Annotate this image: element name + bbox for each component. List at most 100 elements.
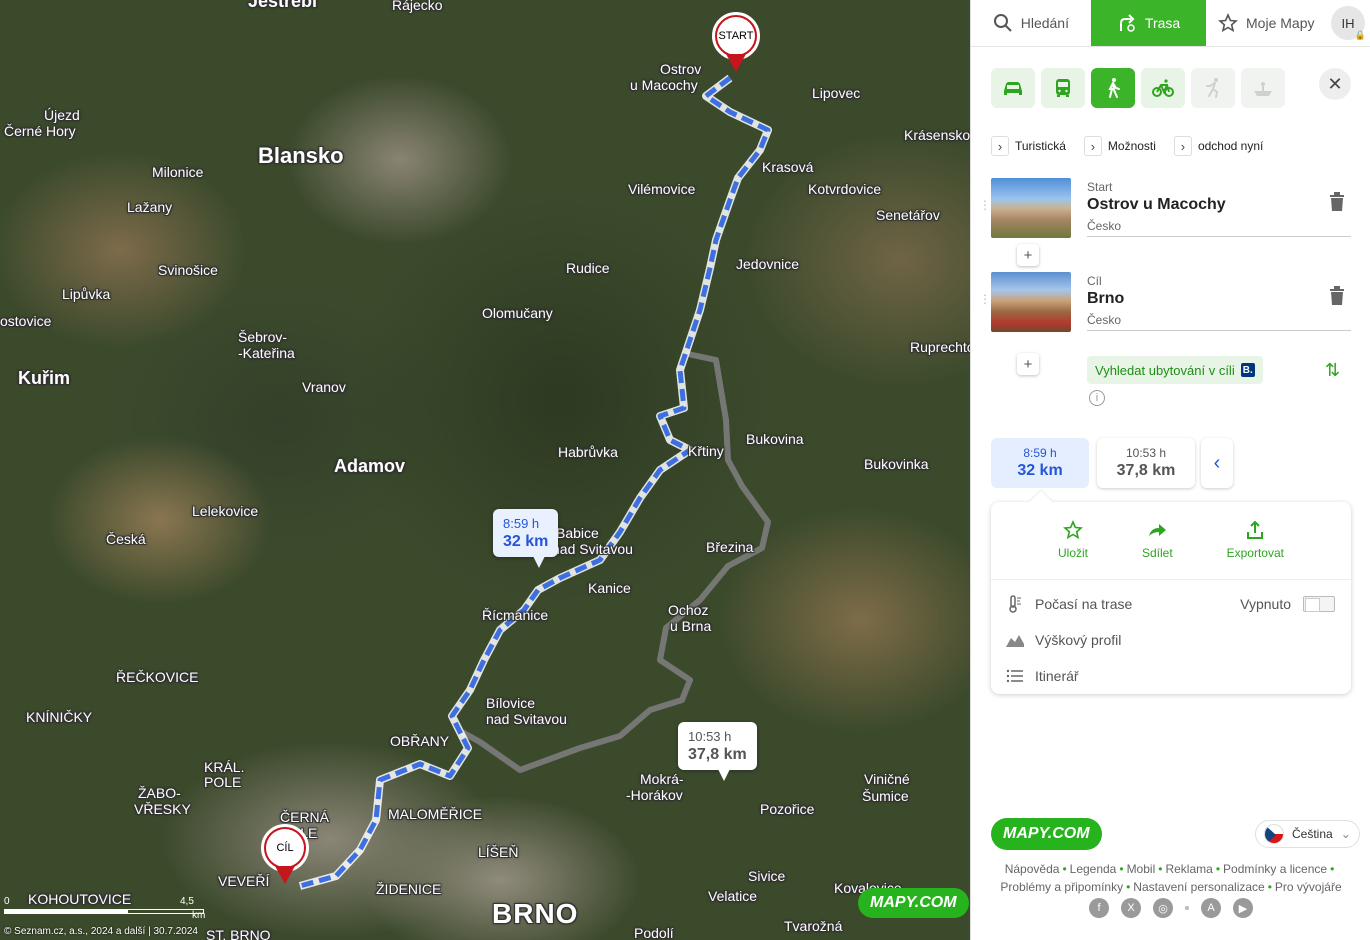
instagram-icon[interactable]: ◎ xyxy=(1153,898,1173,918)
export-button[interactable]: Exportovat xyxy=(1227,520,1284,560)
map-place-label[interactable]: Černé Hory xyxy=(4,124,76,139)
swap-stops-icon[interactable]: ⇅ xyxy=(1325,360,1340,381)
mode-car[interactable] xyxy=(991,68,1035,108)
map-place-label[interactable]: Šumice xyxy=(862,789,909,804)
option-departure[interactable]: › odchod nyní xyxy=(1173,136,1263,156)
map-place-label[interactable]: nad Svitavou xyxy=(552,542,633,557)
footer-link[interactable]: Nápověda xyxy=(1005,862,1060,876)
route-variant-2[interactable]: 10:53 h 37,8 km xyxy=(1097,438,1195,488)
map-place-label[interactable]: Vranov xyxy=(302,380,346,395)
map-place-label[interactable]: Šebrov- xyxy=(238,330,287,345)
map-place-label[interactable]: Lelekovice xyxy=(192,504,258,519)
map-place-label[interactable]: Vilémovice xyxy=(628,182,695,197)
map-place-label[interactable]: Lažany xyxy=(127,200,172,215)
map-place-label[interactable]: Řícmanice xyxy=(482,608,548,623)
close-route-button[interactable]: ✕ xyxy=(1319,68,1351,100)
tab-route[interactable]: Trasa xyxy=(1090,0,1207,46)
map-place-label[interactable]: Česká xyxy=(106,532,146,547)
map-place-label[interactable]: Jestřebí xyxy=(248,0,317,10)
brand-logo[interactable]: MAPY.COM xyxy=(991,818,1102,850)
route-alt-bubble[interactable]: 10:53 h 37,8 km xyxy=(678,722,757,781)
user-avatar[interactable]: IH 🔒 xyxy=(1331,6,1366,40)
map-place-label[interactable]: Habrůvka xyxy=(558,445,618,460)
map-place-label[interactable]: Krásensko xyxy=(904,128,970,143)
footer-link[interactable]: Nastavení personalizace xyxy=(1133,880,1264,894)
map-place-label[interactable]: ST. BRNO xyxy=(206,928,271,940)
save-button[interactable]: Uložit xyxy=(1058,520,1088,560)
map-place-label[interactable]: Jedovnice xyxy=(736,257,799,272)
map-place-label[interactable]: Senetářov xyxy=(876,208,940,223)
tab-search[interactable]: Hledání xyxy=(971,0,1091,46)
add-stop-button[interactable]: + xyxy=(1017,244,1039,266)
map-place-label[interactable]: Tvarožná xyxy=(784,919,842,934)
trash-icon[interactable] xyxy=(1327,284,1347,306)
map-place-label[interactable]: POLE xyxy=(204,775,241,790)
map-place-label[interactable]: Újezd xyxy=(44,108,80,123)
map-place-label[interactable]: Milonice xyxy=(152,165,203,180)
map-place-label[interactable]: ČERNÁ xyxy=(280,810,329,825)
map-place-label[interactable]: Ochoz xyxy=(668,603,708,618)
map-place-label[interactable]: Kotvrdovice xyxy=(808,182,881,197)
map-place-label[interactable]: Svinošice xyxy=(158,263,218,278)
map-place-label[interactable]: Rudice xyxy=(566,261,610,276)
map-place-label[interactable]: BRNO xyxy=(492,900,578,928)
map-place-label[interactable]: Velatice xyxy=(708,889,757,904)
start-pin[interactable]: START xyxy=(712,12,760,74)
facebook-icon[interactable]: f xyxy=(1089,898,1109,918)
map-place-label[interactable]: ŽIDENICE xyxy=(376,882,441,897)
elevation-row[interactable]: Výškový profil xyxy=(1005,628,1335,652)
map-place-label[interactable]: Bukovinka xyxy=(864,457,929,472)
map-place-label[interactable]: ŘEČKOVICE xyxy=(116,670,198,685)
map-place-label[interactable]: ŽABO- xyxy=(138,786,181,801)
googleplay-icon[interactable]: ▶ xyxy=(1233,898,1253,918)
map-place-label[interactable]: Lipůvka xyxy=(62,287,110,302)
language-select[interactable]: Čeština ⌄ xyxy=(1255,820,1360,848)
map-place-label[interactable]: Blansko xyxy=(258,144,344,168)
footer-link[interactable]: Legenda xyxy=(1070,862,1117,876)
map-place-label[interactable]: Babice xyxy=(556,526,599,541)
tab-my-maps[interactable]: Moje Mapy xyxy=(1206,0,1326,46)
footer-link[interactable]: Podmínky a licence xyxy=(1223,862,1327,876)
map-place-label[interactable]: nad Svitavou xyxy=(486,712,567,727)
map-place-label[interactable]: Ostrov xyxy=(660,62,701,77)
map-place-label[interactable]: Adamov xyxy=(334,457,405,475)
map-place-label[interactable]: Kanice xyxy=(588,581,631,596)
option-route-type[interactable]: › Turistická xyxy=(991,136,1066,156)
map-place-label[interactable]: Krasová xyxy=(762,160,813,175)
trash-icon[interactable] xyxy=(1327,190,1347,212)
map-place-label[interactable]: LÍŠEŇ xyxy=(478,845,518,860)
route-main-bubble[interactable]: 8:59 h 32 km xyxy=(493,509,559,568)
map-place-label[interactable]: Bílovice xyxy=(486,696,535,711)
map-place-label[interactable]: Březina xyxy=(706,540,753,555)
map-place-label[interactable]: KNÍNIČKY xyxy=(26,710,92,725)
mode-bus[interactable] xyxy=(1041,68,1085,108)
add-stop-button[interactable]: + xyxy=(1017,353,1039,375)
mode-walk[interactable] xyxy=(1091,68,1135,108)
map-place-label[interactable]: ostovice xyxy=(0,314,51,329)
map-place-label[interactable]: Olomučany xyxy=(482,306,553,321)
mode-bike[interactable] xyxy=(1141,68,1185,108)
footer-link[interactable]: Reklama xyxy=(1165,862,1212,876)
map-place-label[interactable]: Pozořice xyxy=(760,802,814,817)
map-place-label[interactable]: Mokrá- xyxy=(640,772,684,787)
map-place-label[interactable]: Křtiny xyxy=(688,444,724,459)
map-place-label[interactable]: OBŘANY xyxy=(390,734,449,749)
map-place-label[interactable]: Kuřim xyxy=(18,369,70,387)
weather-row[interactable]: Počasí na trase Vypnuto xyxy=(1005,592,1335,616)
map-place-label[interactable]: u Brna xyxy=(670,619,711,634)
info-icon[interactable]: i xyxy=(1089,390,1105,406)
map-place-label[interactable]: KRÁL. xyxy=(204,760,244,775)
search-accommodation-button[interactable]: Vyhledat ubytování v cíli B. xyxy=(1087,356,1263,384)
map-place-label[interactable]: Bukovina xyxy=(746,432,804,447)
stop-start[interactable]: ⋮⋮ Start Ostrov u Macochy Česko xyxy=(979,178,1351,238)
map-place-label[interactable]: Lipovec xyxy=(812,86,860,101)
map-place-label[interactable]: MALOMĚŘICE xyxy=(388,807,482,822)
footer-link[interactable]: Problémy a připomínky xyxy=(1000,880,1123,894)
map-place-label[interactable]: Ruprechtov xyxy=(910,340,970,355)
map-place-label[interactable]: Podolí xyxy=(634,926,674,940)
stop-end[interactable]: ⋮⋮ Cíl Brno Česko xyxy=(979,272,1351,332)
footer-link[interactable]: Pro vývojáře xyxy=(1275,880,1342,894)
map-place-label[interactable]: -Kateřina xyxy=(238,346,295,361)
itinerary-row[interactable]: Itinerář xyxy=(1005,664,1335,688)
map-logo[interactable]: MAPY.COM xyxy=(858,888,969,918)
